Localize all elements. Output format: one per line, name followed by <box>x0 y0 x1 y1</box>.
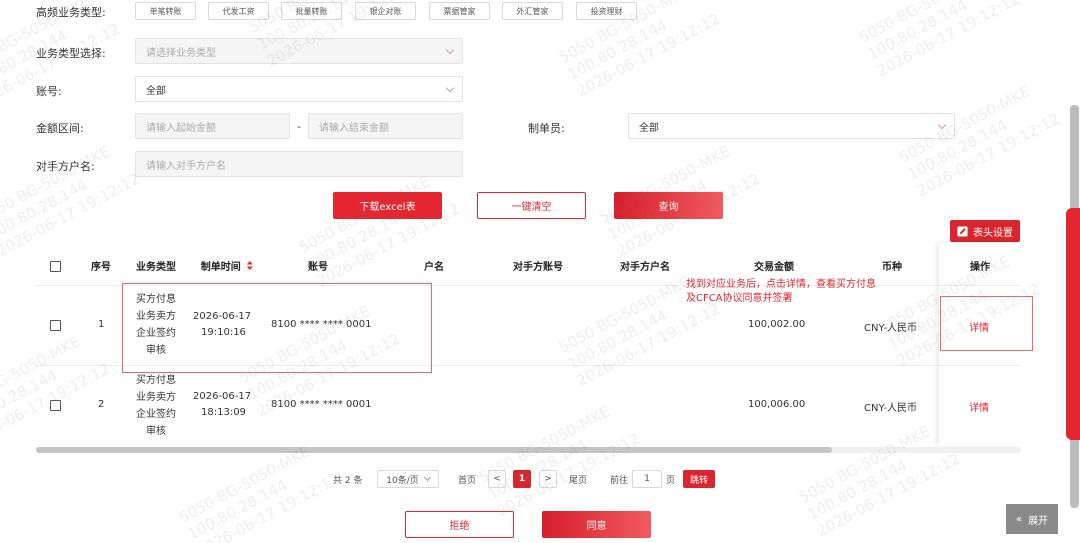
clear-all-button[interactable]: 一键清空 <box>477 192 586 219</box>
header-settings-button[interactable]: 表头设置 <box>950 220 1020 242</box>
amount-start-input[interactable]: 请输入起始金额 <box>135 113 290 139</box>
edit-icon <box>957 225 968 237</box>
horizontal-scroll-thumb[interactable] <box>36 447 832 453</box>
goto-page-input[interactable]: 1 <box>632 470 662 488</box>
annotation-note: 找到对应业务后，点击详情，查看买方付息 及CFCA协议同意并签署 <box>686 279 876 304</box>
col-operation: 操作 <box>970 262 990 273</box>
quick-chip-single-transfer[interactable]: 单笔转账 <box>135 2 196 20</box>
expand-label: 展开 <box>1028 515 1049 527</box>
quick-chip-batch-transfer[interactable]: 批量转账 <box>281 2 342 20</box>
last-page-button[interactable]: 尾页 <box>569 470 587 488</box>
col-name: 户名 <box>424 262 444 273</box>
col-seq: 序号 <box>91 262 111 273</box>
maker-label: 制单员: <box>528 122 565 135</box>
chevron-down-icon <box>423 473 431 482</box>
counterparty-placeholder: 请输入对手方户名 <box>146 160 226 172</box>
row-amount: 100,006.00 <box>748 399 806 410</box>
expand-button[interactable]: « 展开 <box>1006 504 1058 534</box>
highlight-box-row <box>122 283 432 373</box>
query-button[interactable]: 查询 <box>614 192 723 219</box>
first-page-button[interactable]: 首页 <box>458 470 476 488</box>
amount-dash: - <box>297 120 301 133</box>
quick-type-label: 高频业务类型: <box>36 6 106 19</box>
col-cp-name: 对手方户名 <box>620 262 670 273</box>
quick-chip-payroll[interactable]: 代发工资 <box>208 2 269 20</box>
col-account: 账号 <box>308 262 328 273</box>
chevron-down-icon <box>445 83 455 93</box>
watermark-text: 5050 BG-5050-MKE100.80.28.1442026-06-17 … <box>0 332 113 451</box>
account-select[interactable]: 全部 <box>135 76 463 102</box>
row-seq: 1 <box>98 319 105 330</box>
biz-type-select[interactable]: 请选择业务类型 <box>135 38 463 64</box>
col-time-label: 制单时间 <box>200 262 241 273</box>
chevron-down-icon <box>937 120 947 130</box>
watermark-text: 5050 BG-5050-MKE100.80.28.1442026-06-17 … <box>855 0 1023 81</box>
row-biz-type: 买方付息 业务卖方 企业签约 审核 <box>136 375 176 437</box>
header-settings-label: 表头设置 <box>973 227 1013 239</box>
agree-button[interactable]: 同意 <box>542 511 651 538</box>
row-currency: CNY-人民币 <box>864 403 917 414</box>
row-time: 18:13:09 <box>201 407 246 418</box>
maker-select[interactable]: 全部 <box>628 113 955 139</box>
watermark-text: 5050 BG-5050-MKE100.80.28.1442026-06-17 … <box>0 142 143 261</box>
page-size-value: 10条/页 <box>386 475 419 486</box>
sort-icon[interactable] <box>247 261 254 273</box>
select-all-checkbox[interactable] <box>50 261 61 272</box>
quick-chip-fx-manager[interactable]: 外汇管家 <box>502 2 563 20</box>
counterparty-input[interactable]: 请输入对手方户名 <box>135 151 463 177</box>
row-checkbox[interactable] <box>50 320 61 331</box>
horizontal-scrollbar[interactable] <box>36 447 1021 453</box>
amount-start-placeholder: 请输入起始金额 <box>146 122 216 134</box>
highlight-box-detail <box>940 296 1033 351</box>
counterparty-label: 对手方户名: <box>36 160 95 173</box>
amount-end-placeholder: 请输入结束金额 <box>319 122 389 134</box>
quick-chip-bill-manager[interactable]: 票据管家 <box>429 2 490 20</box>
col-cp-account: 对手方账号 <box>513 262 563 273</box>
watermark-text: 5050 BG-5050-MKE100.80.28.1442026-06-17 … <box>475 402 643 521</box>
biz-type-placeholder: 请选择业务类型 <box>146 47 216 59</box>
row-date: 2026-06-17 <box>193 391 252 402</box>
page-unit: 页 <box>666 475 676 486</box>
row-currency: CNY-人民币 <box>864 323 917 334</box>
biz-type-label: 业务类型选择: <box>36 47 106 60</box>
current-page[interactable]: 1 <box>513 470 531 488</box>
row-seq: 2 <box>98 399 105 410</box>
goto-label: 前往 <box>610 475 629 486</box>
maker-value: 全部 <box>639 122 659 134</box>
col-biz-type: 业务类型 <box>136 262 176 273</box>
side-tab-strip[interactable] <box>1066 208 1080 440</box>
next-page-button[interactable]: > <box>539 470 557 488</box>
row-amount: 100,002.00 <box>748 319 806 330</box>
col-currency: 币种 <box>882 262 902 273</box>
double-chevron-left-icon: « <box>1015 513 1023 525</box>
pagination-total: 共 2 条 <box>333 475 363 486</box>
amount-range-label: 金额区间: <box>36 122 84 135</box>
account-label: 账号: <box>36 85 62 98</box>
col-amount: 交易金额 <box>754 262 794 273</box>
quick-chip-investment[interactable]: 投资理财 <box>576 2 637 20</box>
quick-chip-reconciliation[interactable]: 银企对账 <box>355 2 416 20</box>
page-size-select[interactable]: 10条/页 <box>377 470 439 488</box>
col-time[interactable]: 制单时间 <box>200 258 254 273</box>
chevron-down-icon <box>445 45 455 55</box>
row-detail-link[interactable]: 详情 <box>969 399 989 414</box>
amount-end-input[interactable]: 请输入结束金额 <box>308 113 463 139</box>
row-account: 8100 **** **** 0001 <box>271 399 372 410</box>
row-checkbox[interactable] <box>50 400 61 411</box>
prev-page-button[interactable]: < <box>488 470 506 488</box>
download-excel-button[interactable]: 下载excel表 <box>333 192 442 219</box>
account-value: 全部 <box>146 85 166 97</box>
reject-button[interactable]: 拒绝 <box>405 511 514 538</box>
jump-button[interactable]: 跳转 <box>683 470 715 488</box>
